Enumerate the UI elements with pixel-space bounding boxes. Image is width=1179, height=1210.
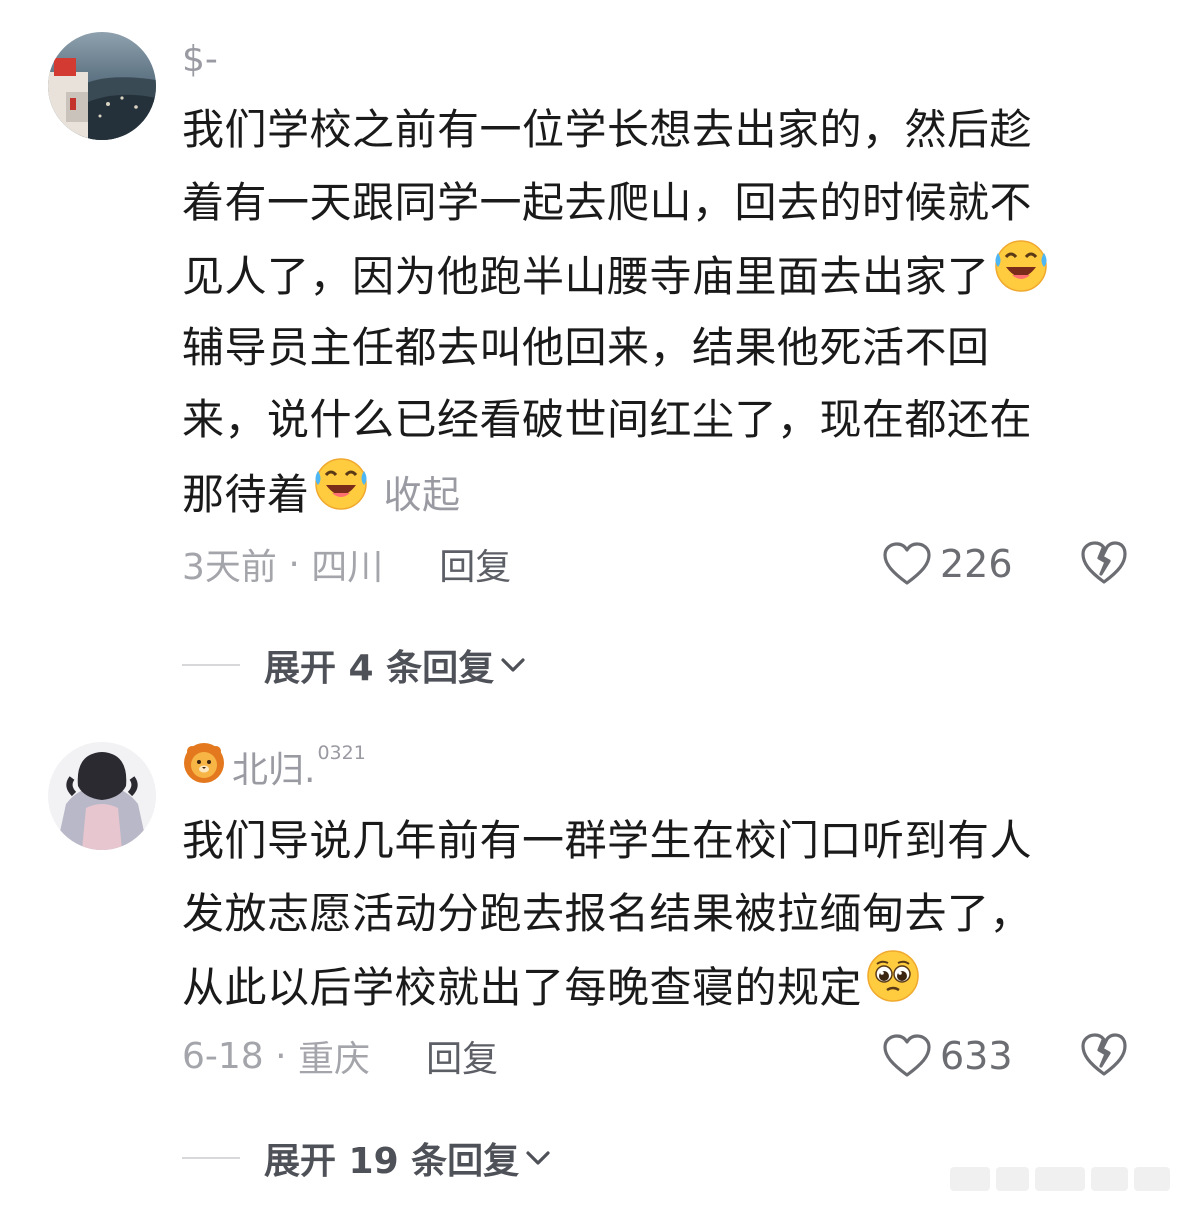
comment-time: 6-18 bbox=[182, 1035, 264, 1077]
chevron-down-icon bbox=[501, 658, 525, 672]
expand-replies-label: 展开 19 条回复 bbox=[264, 1141, 520, 1182]
expand-replies-row: 展开 4 条回复 bbox=[182, 640, 526, 690]
comment-text-line-with-emoji: 那待着 收起 bbox=[182, 457, 1102, 530]
pleading-face-emoji-icon bbox=[864, 946, 922, 1027]
like-count: 633 bbox=[940, 1034, 1013, 1078]
laughing-crying-emoji-icon bbox=[312, 453, 370, 534]
comment-text: 我们学校之前有一位学长想去出家的，然后趁 着有一天跟同学一起去爬山，回去的时候就… bbox=[182, 94, 1102, 529]
dislike-button[interactable] bbox=[1080, 540, 1128, 588]
lion-face-icon bbox=[182, 741, 226, 794]
username-badge: 0321 bbox=[317, 742, 366, 764]
watermark bbox=[950, 1167, 1170, 1195]
avatar-image bbox=[48, 742, 156, 850]
like-button[interactable]: 226 bbox=[882, 539, 1013, 589]
expand-replies-row: 展开 19 条回复 bbox=[182, 1133, 551, 1183]
username-row[interactable]: $- bbox=[182, 36, 218, 82]
comment-location: 重庆 bbox=[298, 1039, 371, 1080]
comment-text-segment: 那待着 bbox=[182, 469, 310, 519]
comment-text-line-with-emoji: 从此以后学校就出了每晚查寝的规定 bbox=[182, 950, 1102, 1023]
comment-text-line-with-emoji: 见人了，因为他跑半山腰寺庙里面去出家了 bbox=[182, 239, 1102, 312]
expand-replies-label: 展开 4 条回复 bbox=[264, 648, 495, 689]
comment-text-line: 发放志愿活动分跑去报名结果被拉缅甸去了， bbox=[182, 888, 1033, 938]
avatar[interactable] bbox=[48, 742, 156, 850]
collapse-link[interactable]: 收起 bbox=[384, 473, 461, 517]
dislike-button[interactable] bbox=[1080, 1032, 1128, 1080]
like-count: 226 bbox=[940, 542, 1013, 586]
expand-replies-button[interactable]: 展开 19 条回复 bbox=[264, 1132, 551, 1184]
divider-line bbox=[182, 1157, 240, 1159]
username[interactable]: 北归. bbox=[232, 741, 315, 793]
avatar[interactable] bbox=[48, 32, 156, 140]
heart-icon bbox=[883, 1034, 931, 1077]
reply-button[interactable]: 回复 bbox=[439, 538, 511, 590]
comment-text-segment: 见人了，因为他跑半山腰寺庙里面去出家了 bbox=[182, 251, 990, 301]
meta-separator: · bbox=[276, 543, 312, 585]
expand-replies-button[interactable]: 展开 4 条回复 bbox=[264, 639, 526, 691]
chevron-down-icon bbox=[526, 1151, 550, 1165]
comment-text-line: 着有一天跟同学一起去爬山，回去的时候就不 bbox=[182, 177, 1033, 227]
comment-meta: 3天前 · 四川 回复 bbox=[182, 539, 511, 589]
comment-text-line: 来，说什么已经看破世间红尘了，现在都还在 bbox=[182, 395, 1033, 444]
broken-heart-icon bbox=[1081, 1033, 1127, 1076]
avatar-image bbox=[48, 32, 156, 140]
laughing-crying-emoji-icon bbox=[992, 235, 1050, 316]
username[interactable]: $- bbox=[182, 39, 218, 80]
comment-text-line: 我们学校之前有一位学长想去出家的，然后趁 bbox=[182, 105, 1033, 154]
broken-heart-icon bbox=[1081, 541, 1127, 584]
username-row[interactable]: 北归. 0321 bbox=[182, 741, 366, 793]
meta-separator: · bbox=[263, 1035, 299, 1077]
comment-text-line: 我们导说几年前有一群学生在校门口听到有人 bbox=[182, 816, 1033, 865]
like-button[interactable]: 633 bbox=[882, 1031, 1013, 1081]
divider-line bbox=[182, 664, 240, 666]
comment-time: 3天前 bbox=[182, 547, 277, 588]
comment-text: 我们导说几年前有一群学生在校门口听到有人 发放志愿活动分跑去报名结果被拉缅甸去了… bbox=[182, 805, 1102, 1023]
comment-text-line: 辅导员主任都去叫他回来，结果他死活不回 bbox=[182, 322, 990, 372]
comment-meta: 6-18 · 重庆 回复 bbox=[182, 1031, 498, 1081]
comment-text-segment: 从此以后学校就出了每晚查寝的规定 bbox=[182, 962, 863, 1012]
reply-button[interactable]: 回复 bbox=[426, 1030, 498, 1082]
heart-icon bbox=[883, 542, 931, 585]
comment-location: 四川 bbox=[311, 547, 384, 588]
